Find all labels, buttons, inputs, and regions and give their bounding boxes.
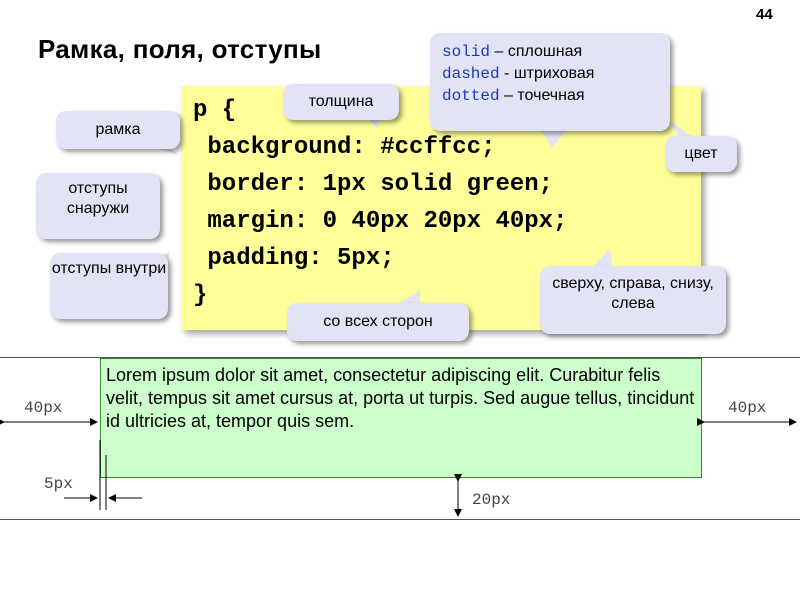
dimension-arrows <box>0 418 797 517</box>
